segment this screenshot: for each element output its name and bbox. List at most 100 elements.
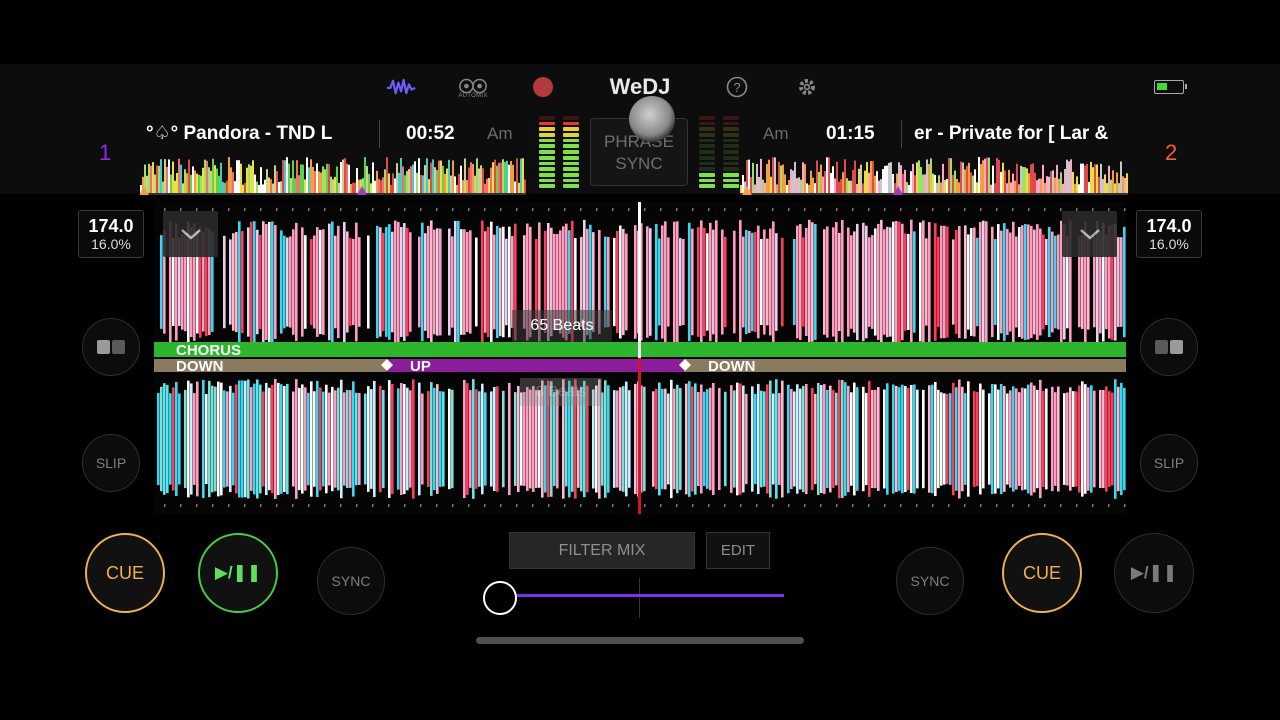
- vu-segment: [539, 172, 555, 177]
- overview-bar: [1104, 174, 1106, 195]
- lower-wave-bar: [742, 385, 745, 493]
- beat-tick: [772, 504, 774, 507]
- help-icon[interactable]: ?: [722, 72, 752, 102]
- overview-bar: [890, 162, 892, 195]
- deck1-sync-button[interactable]: SYNC: [317, 547, 385, 615]
- overview-bar: [1050, 171, 1052, 195]
- phrase-sync-knob[interactable]: [629, 96, 675, 142]
- deck2-time[interactable]: 01:15: [826, 122, 875, 146]
- deck2-slip-button[interactable]: SLIP: [1140, 434, 1198, 492]
- overview-bar: [1032, 163, 1034, 195]
- deck2-sync-button[interactable]: SYNC: [896, 547, 964, 615]
- lower-wave-bar: [244, 380, 247, 498]
- lower-wave-bar: [469, 390, 472, 488]
- upper-wave-bar: [1015, 236, 1018, 328]
- upper-wave-bar: [811, 222, 814, 342]
- upper-wave-bar: [793, 238, 796, 326]
- upper-wave-bar: [352, 238, 355, 326]
- upper-wave-bar: [1042, 234, 1045, 330]
- overview-bar: [342, 159, 344, 195]
- lower-wave-bar: [862, 386, 865, 492]
- overview-bar: [436, 169, 438, 195]
- lower-wave-bar: [982, 389, 985, 489]
- deck2-overview-waveform[interactable]: [740, 155, 1128, 195]
- upper-wave-bar: [301, 227, 304, 337]
- filter-mix-button[interactable]: FILTER MIX: [509, 532, 695, 569]
- chevron-down-icon[interactable]: [1062, 211, 1117, 257]
- main-waveform[interactable]: [154, 202, 1126, 514]
- lower-wave-bar: [451, 389, 454, 489]
- upper-wave-bar: [667, 237, 670, 327]
- crossfader-track[interactable]: [500, 594, 784, 597]
- record-icon[interactable]: [528, 72, 558, 102]
- overview-bar: [202, 167, 204, 195]
- overview-bar: [388, 173, 390, 195]
- deck2-cue-button[interactable]: CUE: [1002, 533, 1082, 613]
- beat-tick: [228, 504, 230, 507]
- overview-bar: [1040, 178, 1042, 195]
- lower-wave-bar: [796, 384, 799, 494]
- upper-wave-bar: [397, 221, 400, 343]
- overview-bar: [938, 175, 940, 195]
- beat-tick: [244, 208, 246, 211]
- deck2-bpm-display[interactable]: 174.0 16.0%: [1136, 210, 1202, 258]
- overview-bar: [282, 159, 284, 195]
- overview-bar: [288, 163, 290, 195]
- deck1-track-title[interactable]: °♤° Pandora - TND L: [146, 121, 360, 147]
- deck2-track-title[interactable]: er - Private for [ Lar &: [914, 121, 1132, 147]
- lower-wave-bar: [661, 388, 664, 490]
- edit-button[interactable]: EDIT: [706, 532, 770, 569]
- overview-bar: [192, 166, 194, 195]
- lower-wave-bar: [211, 385, 214, 493]
- overview-bar: [846, 178, 848, 195]
- beat-tick: [564, 208, 566, 211]
- upper-wave-bar: [502, 226, 505, 338]
- lower-wave-bar: [643, 386, 646, 492]
- upper-wave-bar: [346, 231, 349, 333]
- waveform-icon[interactable]: [386, 72, 416, 102]
- beat-tick: [196, 504, 198, 507]
- vu-segment: [539, 116, 555, 120]
- vu-segment: [699, 138, 715, 143]
- deck1-layout-toggle[interactable]: [82, 318, 140, 376]
- lower-wave-bar: [877, 387, 880, 491]
- lower-wave-bar: [502, 390, 505, 488]
- vu-segment: [539, 121, 555, 126]
- overview-bar: [294, 178, 296, 195]
- overview-bar: [356, 168, 358, 195]
- beat-tick: [532, 504, 534, 507]
- upper-wave-bar: [835, 222, 838, 342]
- upper-wave-bar: [676, 221, 679, 343]
- lower-wave-bar: [286, 383, 289, 495]
- deck1-bpm-display[interactable]: 174.0 16.0%: [78, 210, 144, 258]
- beat-tick: [724, 504, 726, 507]
- overview-bar: [332, 179, 334, 195]
- deck1-cue-button[interactable]: CUE: [85, 533, 165, 613]
- lower-wave-bar: [229, 385, 232, 493]
- overview-bar: [212, 158, 214, 195]
- lower-wave-bar: [1000, 383, 1003, 495]
- beat-tick: [596, 504, 598, 507]
- upper-wave-bar: [766, 238, 769, 326]
- overview-bar: [268, 177, 270, 195]
- overview-bar: [868, 172, 870, 195]
- deck1-overview-waveform[interactable]: [140, 155, 526, 195]
- deck2-layout-toggle[interactable]: [1140, 318, 1198, 376]
- beat-tick: [532, 208, 534, 211]
- overview-bar: [882, 169, 884, 195]
- deck1-play-pause-button[interactable]: ▶/❚❚: [198, 533, 278, 613]
- gear-icon[interactable]: [792, 72, 822, 102]
- chevron-down-icon[interactable]: [163, 211, 218, 257]
- crossfader-knob[interactable]: [483, 581, 517, 615]
- deck1-slip-button[interactable]: SLIP: [82, 434, 140, 492]
- lower-wave-bar: [472, 379, 475, 499]
- lower-wave-bar: [364, 393, 367, 485]
- deck2-play-pause-button[interactable]: ▶/❚❚: [1114, 533, 1194, 613]
- overview-bar: [166, 166, 168, 195]
- upper-wave-bar: [979, 222, 982, 342]
- beat-tick: [180, 504, 182, 507]
- deck1-time[interactable]: 00:52: [406, 122, 455, 146]
- beat-tick: [932, 504, 934, 507]
- home-indicator: [476, 637, 804, 644]
- lower-wave-bar: [769, 380, 772, 498]
